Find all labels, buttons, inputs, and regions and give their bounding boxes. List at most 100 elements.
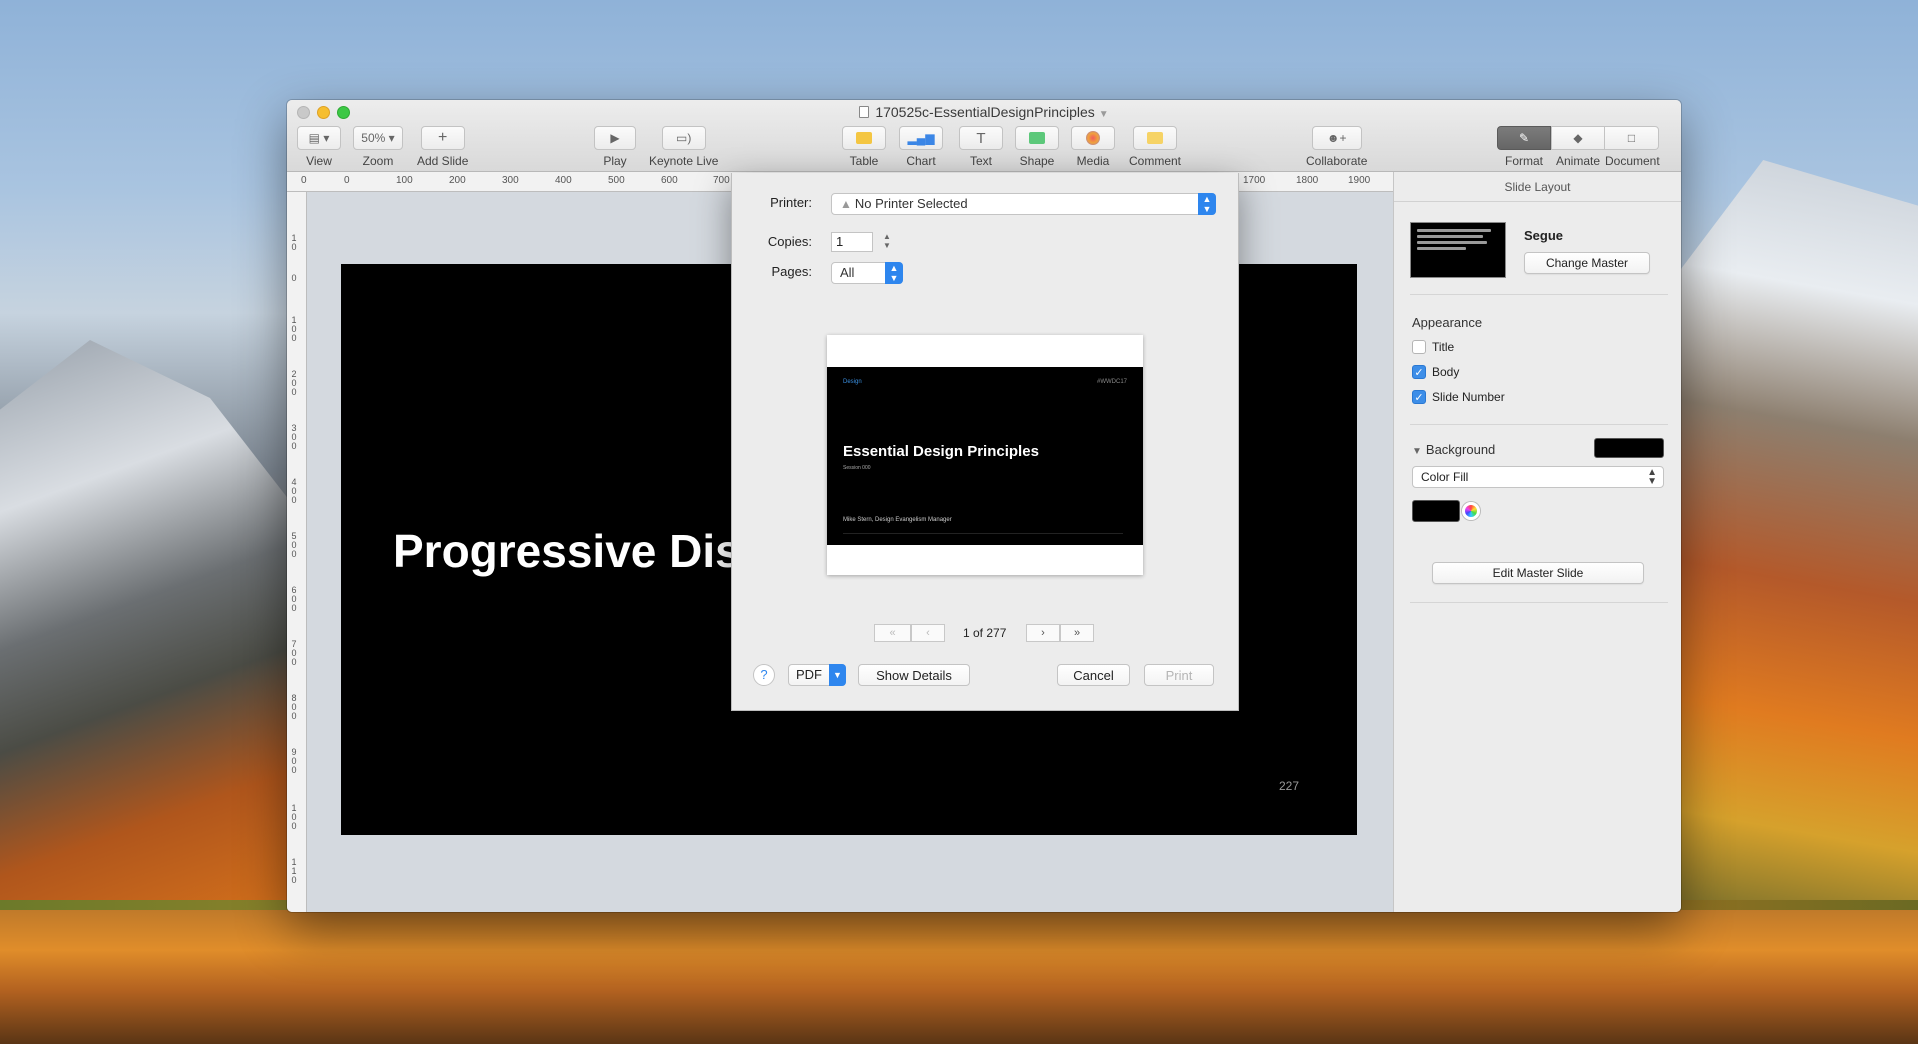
comment-tool[interactable]: Comment xyxy=(1129,126,1181,168)
tab-format[interactable]: Format xyxy=(1497,154,1551,168)
diamond-icon[interactable]: ◆ xyxy=(1551,126,1605,150)
printer-value: No Printer Selected xyxy=(854,196,968,211)
checkmark-icon[interactable]: ✓ xyxy=(1412,365,1426,379)
updown-arrows-icon: ▲ ▼ xyxy=(1647,467,1657,487)
tab-animate[interactable]: Animate xyxy=(1551,154,1605,168)
disclosure-triangle-icon: ▼ xyxy=(1412,446,1422,457)
chevron-down-icon: ▼ xyxy=(829,664,846,686)
show-details-button[interactable]: Show Details xyxy=(858,664,970,686)
fill-type-value: Color Fill xyxy=(1421,470,1469,484)
preview-author: Mike Stern, Design Evangelism Manager xyxy=(843,517,952,523)
zoom-tool[interactable]: 50% ▾ Zoom xyxy=(353,126,403,168)
appearance-label: Appearance xyxy=(1412,315,1483,330)
ruler-label: 3 0 0 xyxy=(291,423,297,451)
pdf-menu-button[interactable]: PDF ▼ xyxy=(788,664,846,686)
edit-master-slide-button[interactable]: Edit Master Slide xyxy=(1432,562,1644,584)
background-color-well[interactable] xyxy=(1594,438,1664,458)
next-page-button[interactable]: › xyxy=(1026,624,1060,642)
comment-label: Comment xyxy=(1129,154,1182,168)
checkbox-slide-number[interactable]: ✓ Slide Number xyxy=(1412,390,1505,404)
slide-number: 227 xyxy=(1279,779,1300,793)
collaborate-label: Collaborate xyxy=(1306,154,1368,168)
play-label: Play xyxy=(603,154,627,168)
desktop-mountain-left xyxy=(0,340,300,920)
titlebar: 170525c-EssentialDesignPrinciples ▼ ▤ ▾ V… xyxy=(287,100,1681,172)
text-label: Text xyxy=(969,154,992,168)
first-page-button[interactable]: « xyxy=(874,624,911,642)
ruler-label: 200 xyxy=(449,175,466,186)
preview-title: Essential Design Principles xyxy=(843,443,1039,460)
fill-type-select[interactable]: Color Fill ▲ ▼ xyxy=(1412,466,1664,488)
shape-tool[interactable]: Shape xyxy=(1015,126,1059,168)
master-name: Segue xyxy=(1524,228,1564,243)
inspector-tabs: ✎ ◆ □ Format Animate Document xyxy=(1497,126,1660,168)
background-disclosure[interactable]: ▼ Background xyxy=(1412,442,1495,457)
document-icon xyxy=(859,106,870,118)
change-master-button[interactable]: Change Master xyxy=(1524,252,1650,274)
checkbox-body[interactable]: ✓ Body xyxy=(1412,365,1459,379)
ruler-label: 100 xyxy=(396,175,413,186)
shape-icon xyxy=(1015,126,1059,150)
ruler-label: 400 xyxy=(555,175,572,186)
view-label: View xyxy=(306,154,332,168)
checkbox-box[interactable] xyxy=(1412,340,1426,354)
add-slide-tool[interactable]: + Add Slide xyxy=(417,126,468,168)
master-thumbnail[interactable] xyxy=(1410,222,1506,278)
inspector-segmented-control: ✎ ◆ □ xyxy=(1497,126,1659,150)
help-button[interactable]: ? xyxy=(753,664,775,686)
window-title[interactable]: 170525c-EssentialDesignPrinciples ▼ xyxy=(287,104,1681,120)
pages-label: Pages: xyxy=(771,264,812,279)
keynote-live-icon: ▭) xyxy=(661,126,706,150)
chevron-down-icon: ▼ xyxy=(1098,109,1109,120)
plus-icon: + xyxy=(420,126,465,150)
media-tool[interactable]: Media xyxy=(1071,126,1115,168)
updown-arrows-icon: ▲ ▼ xyxy=(1198,193,1216,215)
copies-stepper[interactable]: ▲ ▼ xyxy=(881,232,893,252)
ruler-label: 0 xyxy=(301,175,307,186)
color-wheel-icon[interactable] xyxy=(1462,502,1480,520)
chart-tool[interactable]: ▂▄▆ Chart xyxy=(899,126,943,168)
checkbox-label: Body xyxy=(1432,365,1460,379)
document-icon[interactable]: □ xyxy=(1605,126,1659,150)
print-button[interactable]: Print xyxy=(1144,664,1214,686)
view-tool[interactable]: ▤ ▾ View xyxy=(297,126,341,168)
preview-hashtag: #WWDC17 xyxy=(1096,379,1127,385)
ruler-label: 1700 xyxy=(1243,175,1266,186)
vertical-ruler: 1 0 0 1 0 0 2 0 0 3 0 0 4 0 0 5 0 0 6 0 … xyxy=(287,192,307,912)
checkmark-icon[interactable]: ✓ xyxy=(1412,390,1426,404)
keynote-live-tool[interactable]: ▭) Keynote Live xyxy=(649,126,718,168)
chart-label: Chart xyxy=(906,154,936,168)
ruler-label: 8 0 0 xyxy=(291,693,297,721)
preview-slide: Design #WWDC17 Essential Design Principl… xyxy=(827,367,1143,545)
divider xyxy=(1410,602,1668,603)
zoom-select[interactable]: 50% ▾ xyxy=(353,126,403,150)
printer-select[interactable]: ▲ No Printer Selected ▲ ▼ xyxy=(831,193,1216,215)
tab-document[interactable]: Document xyxy=(1605,154,1660,168)
play-tool[interactable]: ▶ Play xyxy=(594,126,636,168)
table-tool[interactable]: Table xyxy=(842,126,886,168)
media-icon xyxy=(1071,126,1115,150)
pdf-label: PDF xyxy=(796,667,822,682)
cancel-button[interactable]: Cancel xyxy=(1057,664,1130,686)
pages-select[interactable]: All ▲ ▼ xyxy=(831,262,903,284)
comment-icon xyxy=(1133,126,1177,150)
copies-field[interactable]: 1 xyxy=(831,232,873,252)
checkbox-label: Title xyxy=(1432,340,1455,354)
pages-value: All xyxy=(840,265,855,280)
preview-tag: Design xyxy=(843,379,862,385)
last-page-button[interactable]: » xyxy=(1060,624,1094,642)
collaborate-tool[interactable]: ☻+ Collaborate xyxy=(1306,126,1367,168)
slide-title[interactable]: Progressive Dis xyxy=(393,524,741,578)
ruler-label: 9 0 0 xyxy=(291,747,297,775)
checkbox-title[interactable]: Title xyxy=(1412,340,1454,354)
ruler-label: 500 xyxy=(608,175,625,186)
ruler-label: 4 0 0 xyxy=(291,477,297,505)
paintbrush-icon[interactable]: ✎ xyxy=(1497,126,1551,150)
previous-page-button[interactable]: ‹ xyxy=(911,624,945,642)
shape-label: Shape xyxy=(1019,154,1055,168)
text-tool[interactable]: T Text xyxy=(959,126,1003,168)
ruler-label: 7 0 0 xyxy=(291,639,297,667)
page-indicator: 1 of 277 xyxy=(963,626,1007,640)
ruler-label: 0 xyxy=(344,175,350,186)
color-swatch[interactable] xyxy=(1412,500,1460,522)
